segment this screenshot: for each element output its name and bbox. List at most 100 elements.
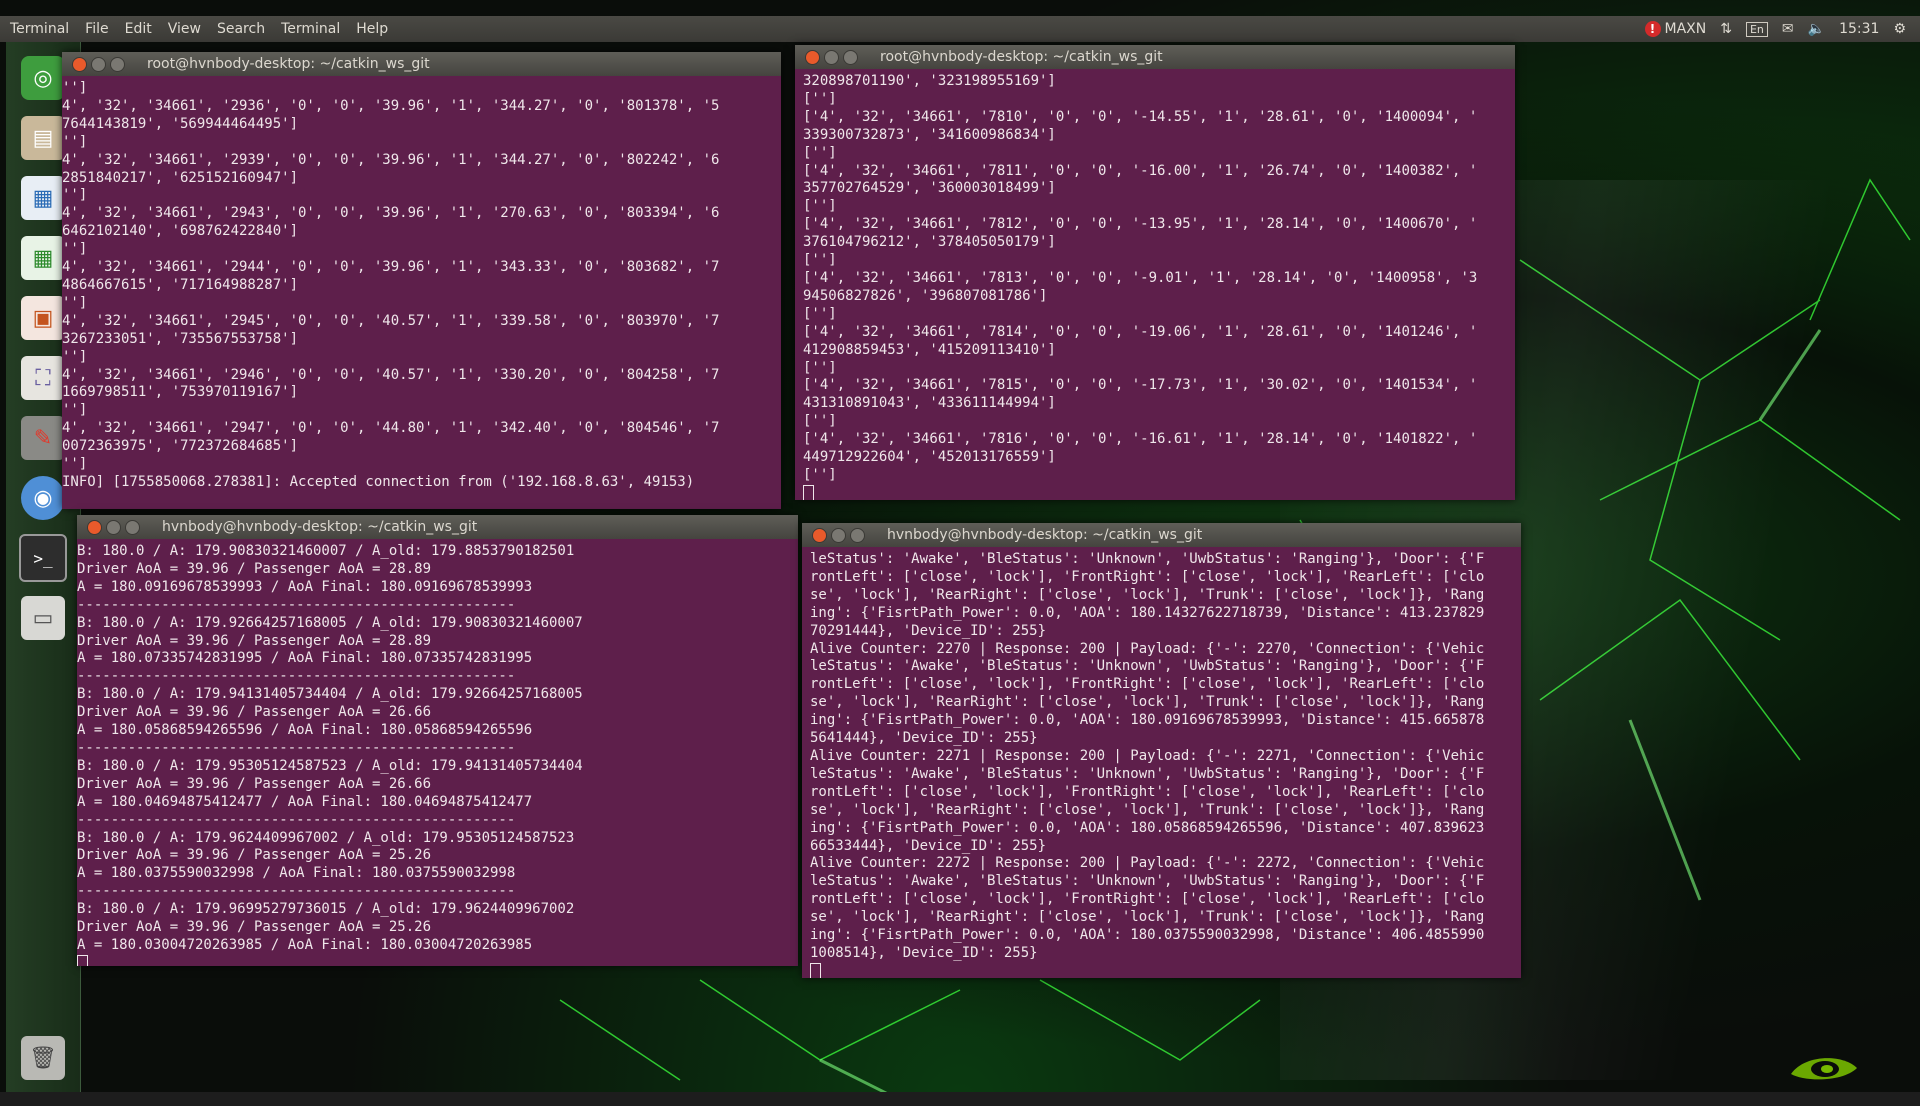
menu-file[interactable]: File bbox=[85, 21, 108, 37]
terminal-line: 0072363975', '772372684685'] bbox=[62, 438, 299, 455]
terminal-line: ing': {'FisrtPath_Power': 0.0, 'AOA': 18… bbox=[810, 604, 1485, 621]
terminal-line: 320898701190', '323198955169'] bbox=[803, 73, 1056, 89]
terminal-line: 3267233051', '735567553758'] bbox=[62, 330, 299, 347]
terminal-line: ing': {'FisrtPath_Power': 0.0, 'AOA': 18… bbox=[810, 712, 1485, 729]
clock[interactable]: 15:31 bbox=[1839, 21, 1879, 37]
terminal-line: se', 'lock'], 'RearRight': ['close', 'lo… bbox=[810, 801, 1485, 818]
terminal-line: leStatus': 'Awake', 'BleStatus': 'Unknow… bbox=[810, 658, 1485, 675]
window-title: root@hvnbody-desktop: ~/catkin_ws_git bbox=[880, 49, 1163, 65]
close-icon[interactable] bbox=[812, 527, 827, 543]
terminal-window-top-left[interactable]: root@hvnbody-desktop: ~/catkin_ws_git ''… bbox=[62, 52, 781, 509]
menu-edit[interactable]: Edit bbox=[125, 21, 152, 37]
terminal-line: rontLeft': ['close', 'lock'], 'FrontRigh… bbox=[810, 568, 1485, 585]
window-titlebar[interactable]: root@hvnbody-desktop: ~/catkin_ws_git bbox=[795, 45, 1515, 69]
menu-terminal-app[interactable]: Terminal bbox=[10, 21, 69, 37]
terminal-line: ['4', '32', '34661', '7814', '0', '0', '… bbox=[803, 323, 1478, 340]
terminal-line: Driver AoA = 39.96 / Passenger AoA = 28.… bbox=[77, 632, 432, 649]
power-mode-indicator[interactable]: ! MAXN bbox=[1644, 21, 1706, 37]
maximize-icon[interactable] bbox=[850, 527, 865, 543]
terminal-line: ing': {'FisrtPath_Power': 0.0, 'AOA': 18… bbox=[810, 819, 1485, 836]
menu-terminal[interactable]: Terminal bbox=[281, 21, 340, 37]
top-panel: Terminal File Edit View Search Terminal … bbox=[0, 16, 1920, 42]
close-icon[interactable] bbox=[805, 49, 820, 65]
maximize-icon[interactable] bbox=[125, 519, 140, 535]
terminal-line: ''] bbox=[62, 294, 88, 311]
terminal-window-bottom-left[interactable]: hvnbody@hvnbody-desktop: ~/catkin_ws_git… bbox=[77, 515, 798, 966]
terminal-line: [''] bbox=[803, 144, 837, 161]
terminal-window-top-right[interactable]: root@hvnbody-desktop: ~/catkin_ws_git 32… bbox=[795, 45, 1515, 500]
terminal-line: 66533444}, 'Device_ID': 255} bbox=[810, 837, 1047, 854]
keyboard-layout-indicator[interactable]: En bbox=[1745, 21, 1768, 37]
drive-icon[interactable]: ▭ bbox=[15, 590, 71, 646]
terminal-line: ''] bbox=[62, 241, 88, 258]
terminal-line: ['4', '32', '34661', '7812', '0', '0', '… bbox=[803, 216, 1478, 233]
terminal-output[interactable]: B: 180.0 / A: 179.90830321460007 / A_old… bbox=[77, 539, 798, 966]
terminal-line: ----------------------------------------… bbox=[77, 811, 516, 828]
terminal-line: ['4', '32', '34661', '7810', '0', '0', '… bbox=[803, 108, 1478, 125]
menu-help[interactable]: Help bbox=[356, 21, 388, 37]
minimize-icon[interactable] bbox=[831, 527, 846, 543]
terminal-line: ''] bbox=[62, 402, 88, 419]
terminal-line: Driver AoA = 39.96 / Passenger AoA = 25.… bbox=[77, 847, 432, 864]
window-title: hvnbody@hvnbody-desktop: ~/catkin_ws_git bbox=[887, 527, 1203, 543]
network-icon[interactable]: ⇅ bbox=[1720, 21, 1732, 37]
terminal-line: rontLeft': ['close', 'lock'], 'FrontRigh… bbox=[810, 676, 1485, 693]
close-icon[interactable] bbox=[72, 56, 87, 72]
terminal-line: ['4', '32', '34661', '7811', '0', '0', '… bbox=[803, 162, 1478, 179]
terminal-line: ['4', '32', '34661', '7815', '0', '0', '… bbox=[803, 377, 1478, 394]
terminal-icon[interactable]: >_ bbox=[15, 530, 71, 586]
terminal-output[interactable]: 320898701190', '323198955169'] [''] ['4', … bbox=[795, 69, 1515, 500]
close-icon[interactable] bbox=[87, 519, 102, 535]
terminal-line: 1669798511', '753970119167'] bbox=[62, 384, 299, 401]
window-title: hvnbody@hvnbody-desktop: ~/catkin_ws_git bbox=[162, 519, 478, 535]
terminal-line: 449712922604', '452013176559'] bbox=[803, 449, 1056, 466]
text-cursor bbox=[77, 954, 88, 966]
terminal-line: 339300732873', '341600986834'] bbox=[803, 126, 1056, 143]
maximize-icon[interactable] bbox=[843, 49, 858, 65]
text-cursor bbox=[810, 962, 821, 978]
terminal-line: B: 180.0 / A: 179.95305124587523 / A_old… bbox=[77, 757, 583, 774]
terminal-line: A = 180.04694875412477 / AoA Final: 180.… bbox=[77, 793, 533, 810]
terminal-line: [''] bbox=[803, 252, 837, 269]
window-titlebar[interactable]: hvnbody@hvnbody-desktop: ~/catkin_ws_git bbox=[77, 515, 798, 539]
terminal-line: se', 'lock'], 'RearRight': ['close', 'lo… bbox=[810, 909, 1485, 926]
maximize-icon[interactable] bbox=[110, 56, 125, 72]
terminal-line: ''] bbox=[62, 133, 88, 150]
alert-icon: ! bbox=[1644, 21, 1661, 37]
trash-icon[interactable]: 🗑 bbox=[15, 1030, 71, 1086]
terminal-line: Driver AoA = 39.96 / Passenger AoA = 25.… bbox=[77, 919, 432, 936]
terminal-line: 4', '32', '34661', '2947', '0', '0', '44… bbox=[62, 420, 720, 437]
gear-icon[interactable]: ⚙ bbox=[1893, 21, 1906, 37]
terminal-output[interactable]: ''] 4', '32', '34661', '2936', '0', '0', … bbox=[62, 76, 781, 509]
terminal-line: ''] bbox=[62, 187, 88, 204]
window-titlebar[interactable]: root@hvnbody-desktop: ~/catkin_ws_git bbox=[62, 52, 781, 76]
terminal-line: 5641444}, 'Device_ID': 255} bbox=[810, 730, 1038, 747]
volume-icon[interactable]: 🔈 bbox=[1808, 21, 1825, 37]
terminal-line: 4', '32', '34661', '2945', '0', '0', '40… bbox=[62, 312, 720, 329]
terminal-line: rontLeft': ['close', 'lock'], 'FrontRigh… bbox=[810, 891, 1485, 908]
terminal-line: ing': {'FisrtPath_Power': 0.0, 'AOA': 18… bbox=[810, 927, 1485, 944]
window-titlebar[interactable]: hvnbody@hvnbody-desktop: ~/catkin_ws_git bbox=[802, 523, 1521, 547]
terminal-window-bottom-right[interactable]: hvnbody@hvnbody-desktop: ~/catkin_ws_git… bbox=[802, 523, 1521, 978]
keyboard-layout-label: En bbox=[1745, 21, 1768, 37]
terminal-output[interactable]: leStatus': 'Awake', 'BleStatus': 'Unknow… bbox=[802, 547, 1521, 978]
terminal-line: se', 'lock'], 'RearRight': ['close', 'lo… bbox=[810, 586, 1485, 603]
terminal-line: A = 180.07335742831995 / AoA Final: 180.… bbox=[77, 650, 533, 667]
terminal-line: leStatus': 'Awake', 'BleStatus': 'Unknow… bbox=[810, 765, 1485, 782]
terminal-line: 6462102140', '698762422840'] bbox=[62, 223, 299, 240]
minimize-icon[interactable] bbox=[91, 56, 106, 72]
menu-view[interactable]: View bbox=[168, 21, 201, 37]
terminal-line: ----------------------------------------… bbox=[77, 596, 516, 613]
screen-bezel-bottom bbox=[0, 1092, 1920, 1106]
terminal-line: 412908859453', '415209113410'] bbox=[803, 341, 1056, 358]
window-title: root@hvnbody-desktop: ~/catkin_ws_git bbox=[147, 56, 430, 72]
mail-icon[interactable]: ✉ bbox=[1782, 21, 1794, 37]
minimize-icon[interactable] bbox=[824, 49, 839, 65]
menu-search[interactable]: Search bbox=[217, 21, 265, 37]
terminal-line: ['4', '32', '34661', '7816', '0', '0', '… bbox=[803, 431, 1478, 448]
terminal-line: ----------------------------------------… bbox=[77, 668, 516, 685]
terminal-line: leStatus': 'Awake', 'BleStatus': 'Unknow… bbox=[810, 873, 1485, 890]
terminal-line: 70291444}, 'Device_ID': 255} bbox=[810, 622, 1047, 639]
minimize-icon[interactable] bbox=[106, 519, 121, 535]
terminal-line: 431310891043', '433611144994'] bbox=[803, 395, 1056, 412]
